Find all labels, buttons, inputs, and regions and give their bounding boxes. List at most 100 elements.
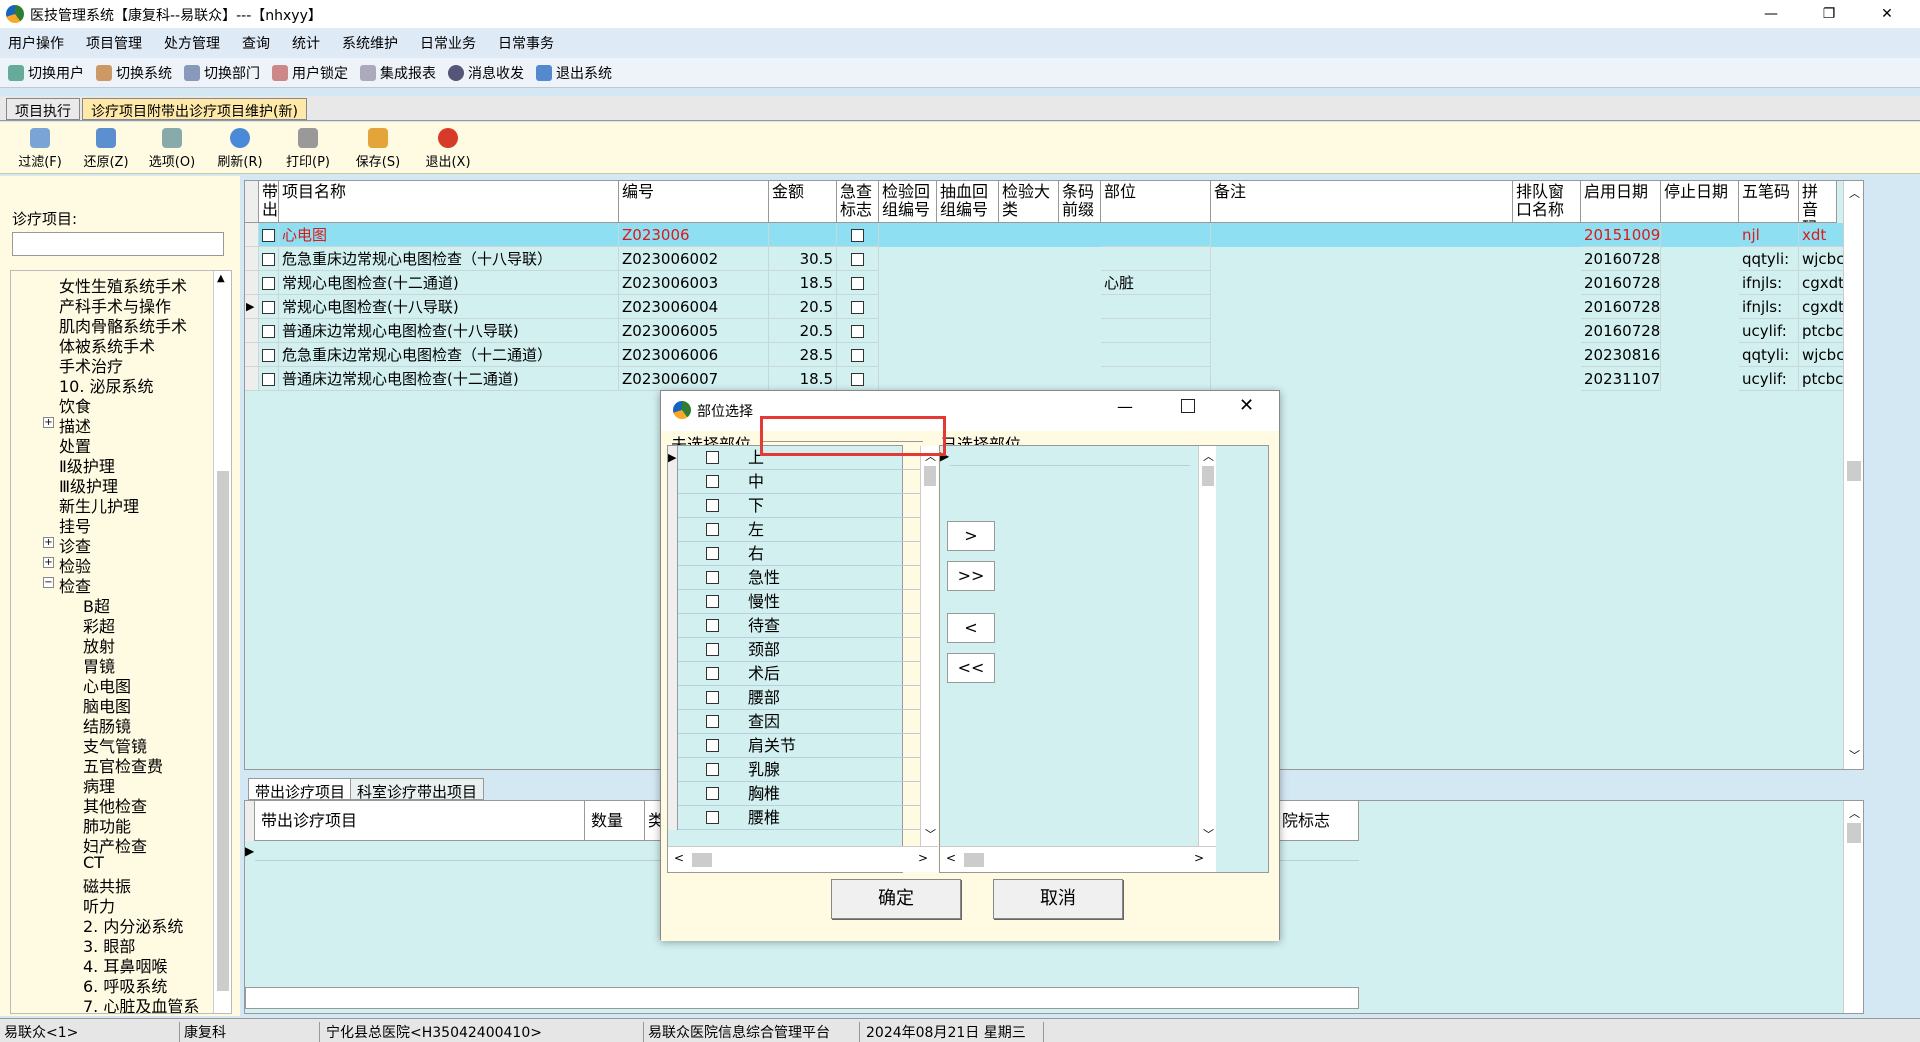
add-all-parts-button[interactable]: >> xyxy=(947,561,995,591)
urgent-checkbox[interactable] xyxy=(851,229,864,242)
add-part-button[interactable]: > xyxy=(947,521,995,551)
part-checkbox[interactable] xyxy=(706,451,719,464)
urgent-checkbox[interactable] xyxy=(851,349,864,362)
print-button[interactable]: 打印(P) xyxy=(276,128,340,172)
list-vscrollbar[interactable]: ︿ ﹀ xyxy=(920,446,938,846)
filter-button[interactable]: 过滤(F) xyxy=(8,128,72,172)
switch-dept-button[interactable]: 切换部门 xyxy=(184,63,260,83)
menu-query[interactable]: 查询 xyxy=(242,33,270,53)
part-checkbox[interactable] xyxy=(706,787,719,800)
urgent-checkbox[interactable] xyxy=(851,325,864,338)
dialog-maximize-button[interactable] xyxy=(1181,399,1195,413)
list-item[interactable]: 乳腺 xyxy=(668,758,920,782)
selected-vscrollbar[interactable]: ︿ ﹀ xyxy=(1198,446,1216,846)
dialog-minimize-button[interactable]: — xyxy=(1117,397,1133,416)
unselected-parts-list[interactable]: ▶ 上中下左右急性 慢性 待查 颈部 术后 腰部 查因 肩关节 乳腺 胸椎 腰椎 ︿ ﹀ < > xyxy=(667,445,938,873)
switch-user-button[interactable]: 切换用户 xyxy=(8,63,84,83)
lock-user-button[interactable]: 用户锁定 xyxy=(272,63,348,83)
part-checkbox[interactable] xyxy=(706,547,719,560)
switch-system-button[interactable]: 切换系统 xyxy=(96,63,172,83)
menu-prescription[interactable]: 处方管理 xyxy=(164,33,220,53)
scroll-up-icon[interactable]: ︿ xyxy=(1849,185,1860,201)
selected-hscrollbar[interactable]: < > xyxy=(940,846,1216,872)
list-hscrollbar[interactable]: < > xyxy=(668,846,938,872)
options-button[interactable]: 选项(O) xyxy=(140,128,204,172)
part-checkbox[interactable] xyxy=(706,523,719,536)
list-item[interactable]: 慢性 xyxy=(668,590,920,614)
tab-dept-carry-items[interactable]: 科室诊疗带出项目 xyxy=(350,778,485,801)
scroll-down-icon[interactable]: ﹀ xyxy=(1203,826,1214,842)
ok-button[interactable]: 确定 xyxy=(831,879,961,919)
restore-button[interactable]: 还原(Z) xyxy=(74,128,138,172)
carry-checkbox[interactable] xyxy=(262,229,275,242)
list-item[interactable]: 胸椎 xyxy=(668,782,920,806)
part-checkbox[interactable] xyxy=(706,595,719,608)
scroll-thumb[interactable] xyxy=(692,853,712,867)
urgent-checkbox[interactable] xyxy=(851,277,864,290)
part-checkbox[interactable] xyxy=(706,475,719,488)
minimize-button[interactable]: — xyxy=(1748,0,1794,28)
urgent-checkbox[interactable] xyxy=(851,373,864,386)
part-checkbox[interactable] xyxy=(706,571,719,584)
list-item[interactable]: 颈部 xyxy=(668,638,920,662)
list-item[interactable]: 术后 xyxy=(668,662,920,686)
save-button[interactable]: 保存(S) xyxy=(346,128,410,172)
part-checkbox[interactable] xyxy=(706,499,719,512)
carry-checkbox[interactable] xyxy=(262,373,275,386)
scroll-down-icon[interactable]: ﹀ xyxy=(1849,747,1860,763)
cancel-button[interactable]: 取消 xyxy=(993,879,1123,919)
list-item[interactable]: 急性 xyxy=(668,566,920,590)
scroll-left-icon[interactable]: < xyxy=(946,851,956,865)
list-item[interactable]: 左 xyxy=(668,518,920,542)
part-checkbox[interactable] xyxy=(706,739,719,752)
scroll-up-icon[interactable]: ︿ xyxy=(1203,448,1214,464)
report-button[interactable]: 集成报表 xyxy=(360,63,436,83)
scroll-left-icon[interactable]: < xyxy=(674,851,684,865)
close-button[interactable]: ✕ xyxy=(1864,0,1910,28)
part-checkbox[interactable] xyxy=(706,715,719,728)
list-item[interactable]: 中 xyxy=(668,470,920,494)
part-checkbox[interactable] xyxy=(706,691,719,704)
scroll-thumb[interactable] xyxy=(1847,461,1861,481)
tree-expander-icon[interactable]: + xyxy=(43,417,54,428)
maximize-button[interactable]: ❐ xyxy=(1806,0,1852,28)
dialog-close-button[interactable]: ✕ xyxy=(1239,395,1254,416)
list-item[interactable]: 右 xyxy=(668,542,920,566)
tab-item-maintenance[interactable]: 诊疗项目附带出诊疗项目维护(新) xyxy=(82,98,307,120)
menu-user-ops[interactable]: 用户操作 xyxy=(8,33,64,53)
tree-scrollbar[interactable]: ▲ xyxy=(213,271,231,1013)
scroll-down-icon[interactable]: ﹀ xyxy=(925,826,936,842)
list-item[interactable]: 查因 xyxy=(668,710,920,734)
tree-node[interactable]: 7. 心脏及血管系 xyxy=(83,993,199,1013)
carry-checkbox[interactable] xyxy=(262,253,275,266)
tree-expander-icon[interactable]: + xyxy=(43,557,54,568)
item-tree[interactable]: 女性生殖系统手术 产科手术与操作 肌肉骨骼系统手术 体被系统手术 手术治疗 10. 泌尿系… xyxy=(10,270,232,1014)
menu-stats[interactable]: 统计 xyxy=(292,33,320,53)
menu-sys-maint[interactable]: 系统维护 xyxy=(342,33,398,53)
tree-expander-icon[interactable]: + xyxy=(43,537,54,548)
carry-checkbox[interactable] xyxy=(262,349,275,362)
list-item[interactable] xyxy=(950,446,1190,466)
part-checkbox[interactable] xyxy=(706,811,719,824)
list-item[interactable]: 肩关节 xyxy=(668,734,920,758)
menu-item-mgmt[interactable]: 项目管理 xyxy=(86,33,142,53)
list-item[interactable]: 腰椎 xyxy=(668,806,920,830)
part-checkbox[interactable] xyxy=(706,643,719,656)
remove-part-button[interactable]: < xyxy=(947,613,995,643)
carry-checkbox[interactable] xyxy=(262,325,275,338)
part-checkbox[interactable] xyxy=(706,619,719,632)
scroll-up-icon[interactable]: ▲ xyxy=(217,273,225,284)
list-item[interactable]: 腰部 xyxy=(668,686,920,710)
scroll-thumb[interactable] xyxy=(1847,823,1861,843)
carry-checkbox[interactable] xyxy=(262,301,275,314)
tree-expander-icon[interactable]: − xyxy=(43,577,54,588)
urgent-checkbox[interactable] xyxy=(851,253,864,266)
scroll-right-icon[interactable]: > xyxy=(1194,851,1204,865)
bottom-hscrollbar[interactable] xyxy=(245,987,1359,1009)
grid-scrollbar[interactable]: ︿ ﹀ xyxy=(1843,181,1863,769)
scroll-up-icon[interactable]: ︿ xyxy=(1849,805,1860,821)
scroll-thumb[interactable] xyxy=(924,466,936,486)
part-checkbox[interactable] xyxy=(706,763,719,776)
exit-button[interactable]: 退出(X) xyxy=(416,128,480,172)
menu-daily-business[interactable]: 日常业务 xyxy=(420,33,476,53)
